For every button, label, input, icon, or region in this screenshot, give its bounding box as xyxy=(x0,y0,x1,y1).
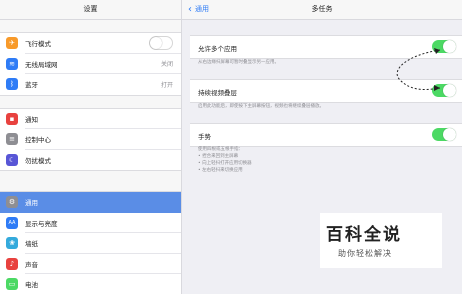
gestures-description: 使用四根或五根手指： • 捏合来回到主屏幕 • 向上轻扫打开应用切换器 • 左右… xyxy=(198,146,252,174)
setting-label: 手势 xyxy=(198,133,211,141)
sidebar-item-wifi[interactable]: ≋ 无线局域网 关闭 xyxy=(0,54,181,74)
sidebar-item-label: 电池 xyxy=(25,281,38,290)
bluetooth-status: 打开 xyxy=(160,81,173,89)
wifi-status: 关闭 xyxy=(160,61,173,69)
sidebar-item-control-center[interactable]: ≡ 控制中心 xyxy=(0,129,181,150)
sidebar-item-general[interactable]: ⚙ 通用 xyxy=(0,192,181,213)
wifi-icon: ≋ xyxy=(6,57,18,70)
gesture-note: • 向上轻扫打开应用切换器 xyxy=(198,161,252,166)
setting-description: 从右边缘扫屏幕可暂时叠显示另一应用。 xyxy=(198,60,279,65)
watermark-logo: 百科全说 助你轻松解决 xyxy=(320,213,442,268)
setting-gestures: 手势 xyxy=(190,123,462,147)
setting-description: 启用此功能后，即使按下主屏幕按钮，视频也将继续叠层播放。 xyxy=(198,104,324,109)
watermark-title: 百科全说 xyxy=(326,225,402,245)
page-title: 多任务 xyxy=(311,5,333,13)
wallpaper-icon: ❀ xyxy=(6,237,18,250)
sidebar-title: 设置 xyxy=(0,0,181,20)
notifications-icon: ▪ xyxy=(6,112,18,125)
gear-icon: ⚙ xyxy=(6,196,18,209)
sidebar-item-label: 通知 xyxy=(25,115,38,124)
chevron-left-icon: ‹ xyxy=(188,4,192,15)
sidebar-item-wallpaper[interactable]: ❀ 墙纸 xyxy=(0,233,181,254)
sidebar-item-battery[interactable]: ▭ 电池 xyxy=(0,274,181,294)
sidebar-item-label: 通用 xyxy=(25,199,38,208)
sidebar-group-notifications: ▪ 通知 ≡ 控制中心 ☾ 勿扰模式 xyxy=(0,107,181,171)
watermark-subtitle: 助你轻松解决 xyxy=(338,249,392,258)
sidebar-item-label: 飞行模式 xyxy=(25,40,51,49)
annotation-arrow xyxy=(396,48,441,91)
display-icon: AA xyxy=(6,216,18,229)
sound-icon: ♪ xyxy=(6,257,18,270)
sidebar-item-label: 控制中心 xyxy=(25,136,51,145)
moon-icon: ☾ xyxy=(6,153,18,166)
nav-bar: ‹ 通用 多任务 xyxy=(182,0,462,20)
bluetooth-icon: ᛒ xyxy=(6,78,18,91)
control-center-icon: ≡ xyxy=(6,133,18,146)
sidebar-item-label: 勿扰模式 xyxy=(25,156,51,165)
sidebar-item-label: 显示与亮度 xyxy=(25,219,58,228)
sidebar-item-label: 声音 xyxy=(25,260,38,269)
sidebar-item-do-not-disturb[interactable]: ☾ 勿扰模式 xyxy=(0,150,181,171)
sidebar-item-label: 蓝牙 xyxy=(25,81,38,90)
back-label: 通用 xyxy=(195,5,209,13)
gesture-note: • 捏合来回到主屏幕 xyxy=(198,154,239,159)
battery-icon: ▭ xyxy=(6,278,18,291)
sidebar-item-sounds[interactable]: ♪ 声音 xyxy=(0,254,181,274)
settings-sidebar: 设置 ✈ 飞行模式 ≋ 无线局域网 关闭 ᛒ 蓝牙 打开 ▪ 通知 ≡ 控制中心 xyxy=(0,0,182,294)
sidebar-item-label: 墙纸 xyxy=(25,240,38,249)
gestures-toggle[interactable] xyxy=(432,128,456,141)
sidebar-item-airplane-mode[interactable]: ✈ 飞行模式 xyxy=(0,33,181,54)
sidebar-item-label: 无线局域网 xyxy=(25,60,58,69)
setting-label: 持续视频叠层 xyxy=(198,89,237,97)
back-button[interactable]: ‹ 通用 xyxy=(188,0,209,19)
setting-label: 允许多个应用 xyxy=(198,45,237,53)
airplane-icon: ✈ xyxy=(6,37,18,50)
sidebar-group-connectivity: ✈ 飞行模式 ≋ 无线局域网 关闭 ᛒ 蓝牙 打开 xyxy=(0,32,181,96)
gesture-note: 使用四根或五根手指： xyxy=(198,147,243,152)
airplane-mode-toggle[interactable] xyxy=(149,36,173,51)
gesture-note: • 左右轻扫来切换应用 xyxy=(198,168,243,173)
sidebar-item-notifications[interactable]: ▪ 通知 xyxy=(0,109,181,129)
sidebar-item-bluetooth[interactable]: ᛒ 蓝牙 打开 xyxy=(0,74,181,95)
sidebar-group-general: ⚙ 通用 AA 显示与亮度 ❀ 墙纸 ♪ 声音 ▭ 电池 xyxy=(0,191,181,294)
sidebar-item-display[interactable]: AA 显示与亮度 xyxy=(0,213,181,233)
